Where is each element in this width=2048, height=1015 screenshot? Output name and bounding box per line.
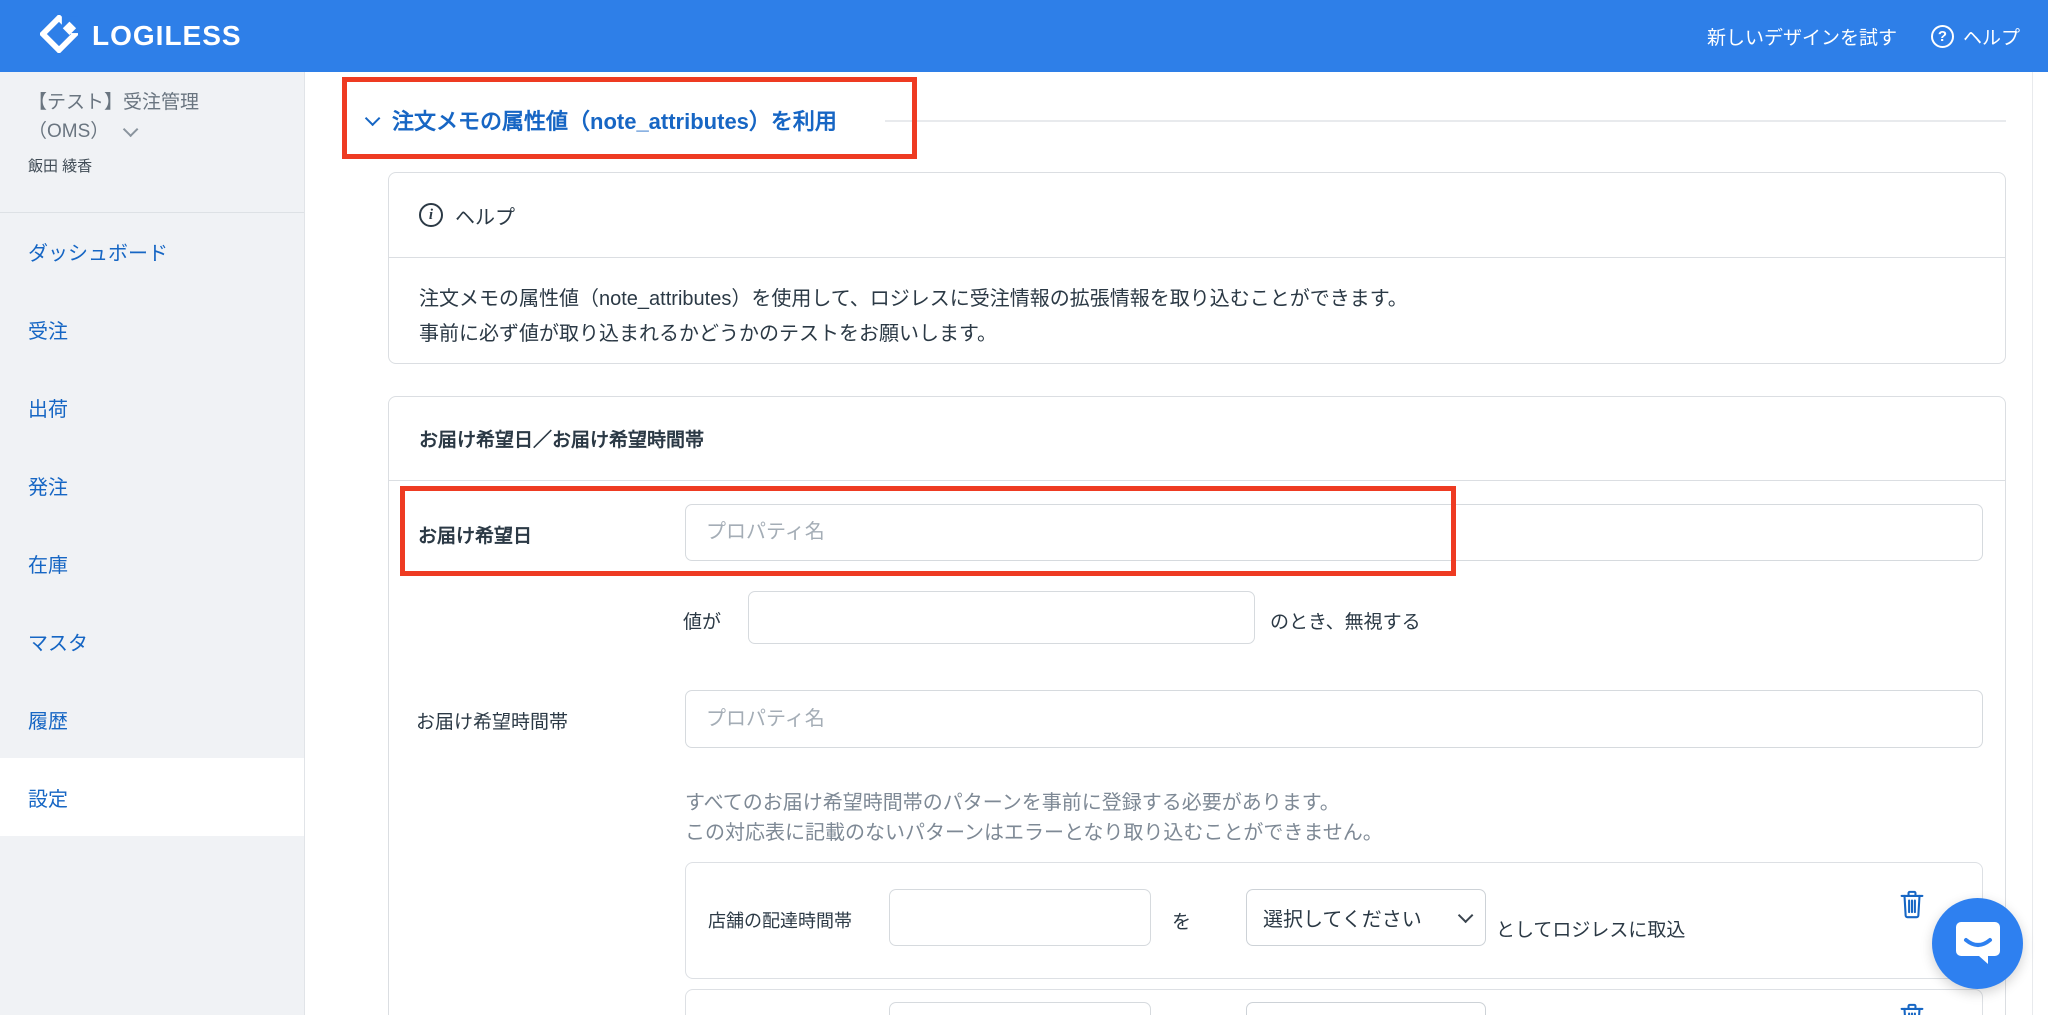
organization-name-line2: （OMS） bbox=[28, 121, 110, 142]
delivery-settings-card-title: お届け希望日／お届け希望時間帯 bbox=[419, 430, 705, 451]
delete-pattern-row-button[interactable] bbox=[1898, 1002, 1926, 1015]
help-card: i ヘルプ 注文メモの属性値（note_attributes）を使用して、ロジレ… bbox=[388, 172, 2006, 364]
sidebar-item-orders[interactable]: 受注 bbox=[0, 290, 304, 368]
store-time-slot-value-input[interactable] bbox=[889, 1002, 1151, 1015]
chevron-down-icon bbox=[1457, 907, 1474, 924]
sidebar: 【テスト】受注管理 （OMS） 飯田 綾香 ダッシュボード 受注 出荷 発注 在… bbox=[0, 72, 305, 1015]
section-title-text: 注文メモの属性値（note_attributes）を利用 bbox=[392, 109, 837, 134]
try-new-design-link[interactable]: 新しいデザインを試す bbox=[1707, 23, 1897, 50]
help-text-line2: 事前に必ず値が取り込まれるかどうかのテストをお願いします。 bbox=[419, 323, 997, 345]
chevron-down-icon bbox=[123, 121, 139, 138]
time-slot-note-line2: この対応表に記載のないパターンはエラーとなり取り込むことができません。 bbox=[685, 822, 1383, 844]
section-title-rule bbox=[885, 120, 2006, 122]
chat-bubble-icon bbox=[1953, 916, 2003, 971]
logo-text: LOGILESS bbox=[92, 20, 242, 51]
sidebar-item-master[interactable]: マスタ bbox=[0, 602, 304, 680]
sidebar-item-purchase-orders[interactable]: 発注 bbox=[0, 446, 304, 524]
help-text-line1: 注文メモの属性値（note_attributes）を使用して、ロジレスに受注情報… bbox=[419, 288, 1408, 310]
header-actions: 新しいデザインを試す ? ヘルプ bbox=[1707, 23, 2020, 50]
help-card-title: ヘルプ bbox=[455, 206, 515, 229]
help-link-label: ヘルプ bbox=[1962, 27, 2020, 49]
logiless-time-slot-select[interactable]: 選択してください bbox=[1246, 889, 1486, 946]
scroll-track-line bbox=[2032, 72, 2033, 1015]
sidebar-item-dashboard[interactable]: ダッシュボード bbox=[0, 212, 304, 290]
store-time-slot-label: 店舗の配達時間帯 bbox=[708, 911, 852, 931]
organization-selector[interactable]: 【テスト】受注管理 （OMS） 飯田 綾香 bbox=[28, 88, 278, 176]
question-circle-icon: ? bbox=[1930, 24, 1954, 48]
sidebar-item-history[interactable]: 履歴 bbox=[0, 680, 304, 758]
logiless-time-slot-select[interactable] bbox=[1246, 1002, 1486, 1015]
time-slot-property-input[interactable] bbox=[685, 690, 1983, 748]
delivery-settings-card-header: お届け希望日／お届け希望時間帯 bbox=[389, 397, 2005, 481]
logiless-logo-icon bbox=[38, 13, 80, 58]
help-card-body: 注文メモの属性値（note_attributes）を使用して、ロジレスに受注情報… bbox=[389, 258, 2005, 376]
time-slot-pattern-row: 店舗の配達時間帯 を 選択してください としてロジレスに取込 bbox=[685, 862, 1983, 979]
organization-name-line1: 【テスト】受注管理 bbox=[28, 92, 200, 113]
delivery-date-property-input[interactable] bbox=[685, 504, 1983, 561]
user-name: 飯田 綾香 bbox=[28, 158, 93, 175]
sidebar-item-shipments[interactable]: 出荷 bbox=[0, 368, 304, 446]
logiless-app-window: LOGILESS 新しいデザインを試す ? ヘルプ 【テスト】受注管理 （OMS… bbox=[0, 0, 2048, 1015]
delivery-date-label: お届け希望日 bbox=[418, 526, 533, 547]
info-icon: i bbox=[419, 203, 443, 227]
time-slot-note-line1: すべてのお届け希望時間帯のパターンを事前に登録する必要があります。 bbox=[685, 792, 1340, 814]
help-link[interactable]: ? ヘルプ bbox=[1930, 23, 2020, 50]
logiless-logo[interactable]: LOGILESS bbox=[38, 13, 242, 58]
ignore-value-input[interactable] bbox=[748, 591, 1255, 644]
time-slot-pattern-row bbox=[685, 989, 1983, 1015]
delete-pattern-row-button[interactable] bbox=[1898, 889, 1926, 919]
app-header: LOGILESS 新しいデザインを試す ? ヘルプ bbox=[0, 0, 2048, 72]
section-toggle-note-attributes[interactable]: 注文メモの属性値（note_attributes）を利用 bbox=[364, 95, 837, 145]
chat-launcher-button[interactable] bbox=[1932, 898, 2023, 989]
sidebar-item-inventory[interactable]: 在庫 bbox=[0, 524, 304, 602]
particle-wo-label: を bbox=[1172, 912, 1192, 933]
ignore-value-suffix-label: のとき、無視する bbox=[1270, 612, 1421, 633]
sidebar-item-settings[interactable]: 設定 bbox=[0, 758, 304, 836]
import-as-suffix-label: としてロジレスに取込 bbox=[1496, 920, 1686, 941]
time-slot-label: お届け希望時間帯 bbox=[416, 712, 569, 733]
ignore-value-prefix-label: 値が bbox=[683, 612, 722, 633]
store-time-slot-value-input[interactable] bbox=[889, 889, 1151, 946]
help-card-header: i ヘルプ bbox=[389, 173, 2005, 258]
sidebar-nav: ダッシュボード 受注 出荷 発注 在庫 マスタ 履歴 設定 bbox=[0, 212, 304, 836]
chevron-down-icon bbox=[364, 110, 381, 126]
select-value: 選択してください bbox=[1263, 909, 1422, 931]
